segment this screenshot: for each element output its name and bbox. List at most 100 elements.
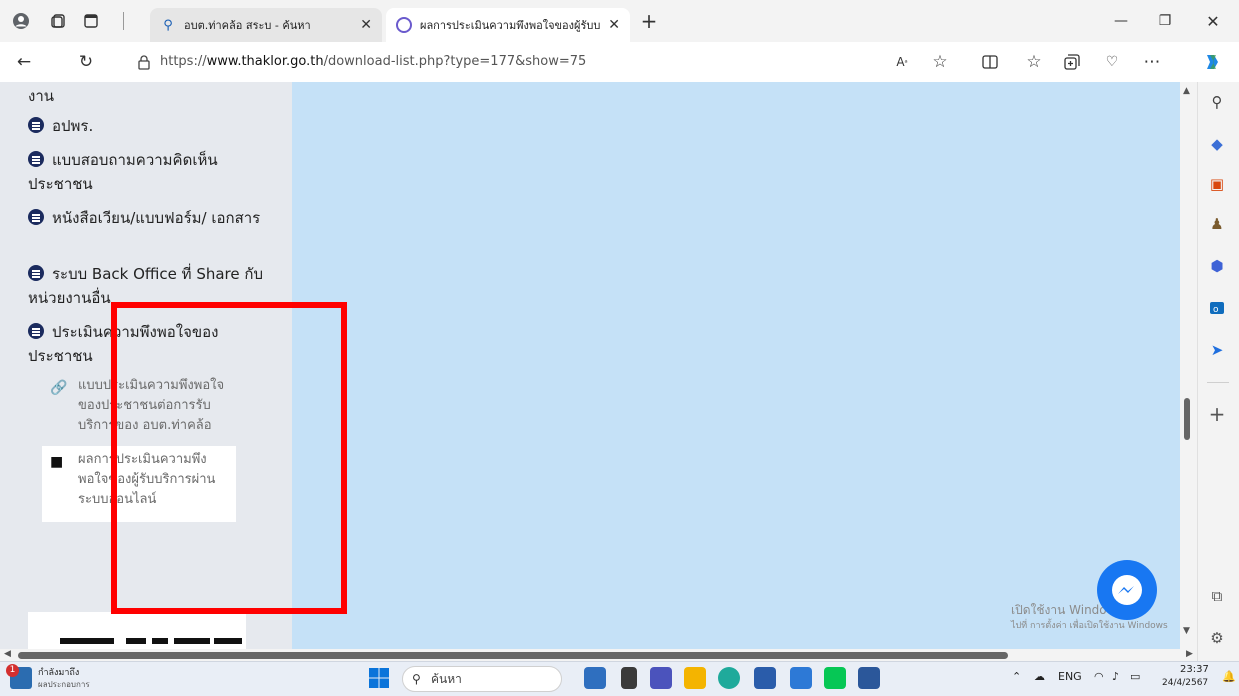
- search-icon: ⚲: [163, 17, 173, 33]
- teams-icon[interactable]: [650, 667, 672, 689]
- scroll-up-arrow-icon[interactable]: ▲: [1183, 86, 1190, 96]
- microsoft365-icon[interactable]: ⬢: [1205, 254, 1229, 278]
- menu-item-circulars[interactable]: หนังสือเวียน/แบบฟอร์ม/ เอกสาร: [28, 206, 268, 230]
- word-icon[interactable]: [858, 667, 880, 689]
- list-icon: [28, 117, 44, 133]
- taskbar-search-icon: ⚲: [412, 672, 421, 686]
- svg-text:o: o: [1213, 305, 1219, 315]
- banner-stripe: [60, 638, 114, 644]
- tab-actions-icon[interactable]: [80, 10, 102, 32]
- menu-item-label: ระบบ Back Office ที่ Share กับหน่วยงานอื…: [28, 265, 263, 307]
- watermark-subtitle: ไปที่ การตั้งค่า เพื่อเปิดใช้งาน Windows: [1011, 621, 1168, 631]
- tab-active[interactable]: ผลการประเมินความพึงพอใจของผู้รับบ ✕: [386, 8, 630, 42]
- taskbar-search-placeholder: ค้นหา: [431, 672, 462, 686]
- tray-chevron-icon[interactable]: ⌃: [1012, 670, 1021, 683]
- onedrive-icon[interactable]: ☁: [1034, 670, 1045, 683]
- widget-line2[interactable]: ผลประกอบการ: [38, 678, 90, 691]
- edge-sidebar-divider: [1207, 382, 1229, 383]
- favorites-icon[interactable]: ☆: [1022, 50, 1046, 74]
- workspaces-icon[interactable]: [48, 10, 70, 32]
- lock-icon[interactable]: [132, 50, 156, 74]
- sidebar-search-icon[interactable]: ⚲: [1205, 90, 1229, 114]
- copilot-icon[interactable]: [1200, 50, 1224, 74]
- settings-gear-icon[interactable]: ⚙: [1205, 626, 1229, 650]
- widget-line1[interactable]: กำลังมาถึง: [38, 665, 79, 679]
- games-icon[interactable]: ♟: [1205, 212, 1229, 236]
- collections-icon[interactable]: [1060, 50, 1084, 74]
- scroll-left-arrow-icon[interactable]: ◀: [4, 649, 11, 659]
- back-icon[interactable]: ←: [12, 50, 36, 74]
- send-icon[interactable]: ➤: [1205, 338, 1229, 362]
- battery-icon[interactable]: ▭: [1130, 670, 1140, 683]
- banner-stripe: [214, 638, 242, 644]
- app-icon-1[interactable]: [584, 667, 606, 689]
- split-screen-icon[interactable]: [978, 50, 1002, 74]
- notification-badge: 1: [6, 664, 19, 677]
- tab-title: อบต.ท่าคล้อ สระบ - ค้นหา: [184, 19, 311, 32]
- menu-item-label: อปพร.: [52, 117, 94, 135]
- shopping-tag-icon[interactable]: ◆: [1205, 132, 1229, 156]
- close-tab-icon[interactable]: ✕: [360, 17, 372, 33]
- list-icon: [28, 151, 44, 167]
- watermark-title: เปิดใช้งาน Windows: [1011, 603, 1123, 617]
- url-path: /download-list.php?type=177&show=75: [323, 54, 587, 69]
- notification-bell-icon[interactable]: 🔔: [1222, 670, 1236, 683]
- vertical-scroll-thumb[interactable]: [1184, 398, 1190, 440]
- refresh-icon[interactable]: ↻: [74, 50, 98, 74]
- windows-taskbar: [0, 661, 1239, 696]
- messenger-chat-button[interactable]: [1097, 560, 1157, 620]
- profile-icon[interactable]: [10, 10, 32, 32]
- menu-item-civil-defense[interactable]: อปพร.: [28, 114, 268, 138]
- new-tab-button[interactable]: +: [638, 9, 660, 33]
- banner-stripe: [126, 638, 146, 644]
- address-bar[interactable]: https://www.thaklor.go.th/download-list.…: [160, 51, 586, 73]
- tab-search[interactable]: ⚲ อบต.ท่าคล้อ สระบ - ค้นหา ✕: [150, 8, 382, 42]
- link-icon: 🔗: [50, 380, 68, 396]
- add-sidebar-app-icon[interactable]: +: [1205, 402, 1229, 426]
- line-app-icon[interactable]: [824, 667, 846, 689]
- volume-icon[interactable]: ♪: [1112, 670, 1119, 683]
- close-tab-icon[interactable]: ✕: [608, 17, 620, 33]
- store-icon[interactable]: [754, 667, 776, 689]
- folder-icon: ■: [50, 454, 64, 470]
- list-icon: [28, 209, 44, 225]
- vertical-scrollbar[interactable]: [1180, 82, 1197, 649]
- menu-item-survey[interactable]: แบบสอบถามความคิดเห็น ประชาชน: [28, 148, 268, 196]
- read-aloud-icon[interactable]: Aᵃ: [890, 50, 914, 74]
- windows-activation-watermark: เปิดใช้งาน Windows ไปที่ การตั้งค่า เพื่…: [1011, 602, 1181, 634]
- messenger-icon: [1112, 575, 1142, 605]
- minimize-button[interactable]: —: [1110, 10, 1132, 32]
- bottom-banner-image: [28, 612, 246, 649]
- close-window-button[interactable]: ✕: [1202, 10, 1224, 32]
- more-menu-icon[interactable]: ⋯: [1140, 50, 1164, 74]
- scroll-down-arrow-icon[interactable]: ▼: [1183, 626, 1190, 636]
- scroll-right-arrow-icon[interactable]: ▶: [1186, 649, 1193, 659]
- wifi-icon[interactable]: ◠: [1094, 670, 1104, 683]
- menu-item-label: หนังสือเวียน/แบบฟอร์ม/ เอกสาร: [52, 209, 261, 227]
- restore-button[interactable]: ❐: [1154, 10, 1176, 32]
- url-prefix: https://: [160, 54, 207, 69]
- main-content-area: [292, 82, 1180, 649]
- windows-start-icon[interactable]: [368, 667, 390, 689]
- outlook-icon[interactable]: o: [1205, 296, 1229, 320]
- app-icon-2[interactable]: [621, 667, 637, 689]
- file-explorer-icon[interactable]: [684, 667, 706, 689]
- tab-title: ผลการประเมินความพึงพอใจของผู้รับบ: [420, 19, 601, 32]
- app-icon-7[interactable]: [790, 667, 812, 689]
- tab-separator: [119, 10, 127, 32]
- edge-browser-icon[interactable]: [718, 667, 740, 689]
- screenshot-icon[interactable]: ⧉: [1205, 584, 1229, 608]
- clock-time[interactable]: 23:37: [1180, 664, 1209, 675]
- list-icon: [28, 323, 44, 339]
- list-icon: [28, 265, 44, 281]
- taskbar-search-box[interactable]: ⚲ ค้นหา: [402, 666, 562, 692]
- tools-icon[interactable]: ▣: [1205, 172, 1229, 196]
- horizontal-scroll-thumb[interactable]: [18, 652, 1008, 659]
- browser-essentials-icon[interactable]: ♡: [1100, 50, 1124, 74]
- language-indicator[interactable]: ENG: [1058, 670, 1082, 683]
- menu-item-label: แบบสอบถามความคิดเห็น ประชาชน: [28, 151, 218, 193]
- edge-sidebar: [1197, 82, 1239, 661]
- url-domain: www.thaklor.go.th: [206, 54, 324, 69]
- favorite-star-icon[interactable]: ☆: [928, 50, 952, 74]
- clock-date[interactable]: 24/4/2567: [1162, 678, 1208, 688]
